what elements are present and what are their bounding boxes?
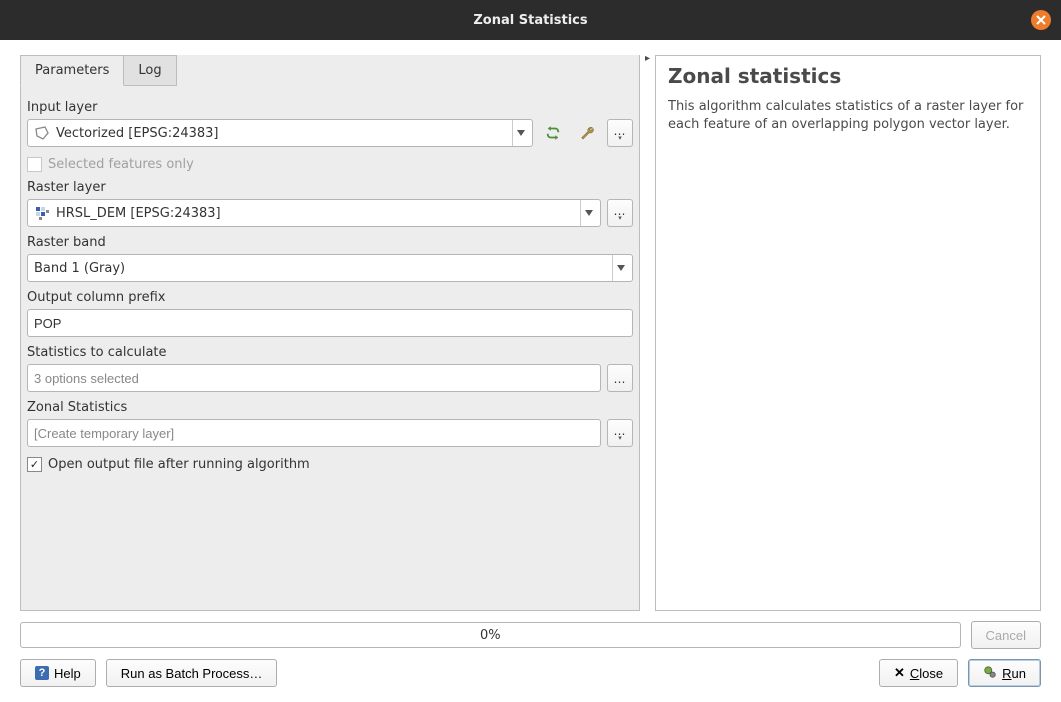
panel-collapse-handle[interactable]: ▸ [645,53,655,63]
parameters-panel: Parameters Log Input layer Vectorized [E… [20,55,640,611]
advanced-options-button[interactable] [573,119,601,147]
x-icon: ✕ [894,665,905,681]
input-layer-label: Input layer [27,100,633,115]
help-text: This algorithm calculates statistics of … [668,98,1028,133]
raster-layer-browse-button[interactable]: … ▾ [607,199,633,227]
tab-log[interactable]: Log [123,55,176,86]
wrench-icon [578,124,596,142]
run-button[interactable]: Run [968,659,1041,687]
chevron-down-icon: ▾ [618,214,622,222]
raster-band-label: Raster band [27,235,633,250]
close-button-label: Close [910,666,943,681]
iterate-icon [544,124,562,142]
open-output-label: Open output file after running algorithm [48,457,310,472]
input-layer-value: Vectorized [EPSG:24383] [56,126,508,141]
prefix-input[interactable] [27,309,633,337]
window-title: Zonal Statistics [473,13,587,28]
progress-bar: 0% [20,622,961,648]
iterate-features-button[interactable] [539,119,567,147]
cancel-button: Cancel [971,621,1041,649]
stats-label: Statistics to calculate [27,345,633,360]
dialog-body: ▸ Parameters Log Input layer Vectorized … [0,40,1061,702]
chevron-down-icon [512,120,528,146]
selected-features-checkbox [27,157,42,172]
stats-display[interactable] [27,364,601,392]
ellipsis-icon: … [614,375,627,383]
gears-icon [983,665,997,682]
bottom-area: 0% Cancel ? Help Run as Batch Process… ✕… [20,621,1041,687]
prefix-label: Output column prefix [27,290,633,305]
input-layer-combo[interactable]: Vectorized [EPSG:24383] [27,119,533,147]
raster-layer-value: HRSL_DEM [EPSG:24383] [56,206,576,221]
output-input[interactable] [27,419,601,447]
selected-features-label: Selected features only [48,157,194,172]
help-panel: Zonal statistics This algorithm calculat… [655,55,1041,611]
titlebar: Zonal Statistics [0,0,1061,40]
tab-parameters[interactable]: Parameters [20,55,124,86]
raster-band-combo[interactable]: Band 1 (Gray) [27,254,633,282]
raster-band-value: Band 1 (Gray) [34,261,608,276]
open-output-checkbox[interactable]: ✓ [27,457,42,472]
progress-text: 0% [480,628,501,643]
help-button[interactable]: ? Help [20,659,96,687]
main-columns: ▸ Parameters Log Input layer Vectorized … [20,55,1041,611]
tab-bar: Parameters Log [20,55,639,86]
close-button[interactable]: ✕ Close [879,659,958,687]
help-button-label: Help [54,666,81,681]
parameters-body: Input layer Vectorized [EPSG:24383] [21,86,639,610]
input-layer-browse-button[interactable]: … ▾ [607,119,633,147]
batch-button[interactable]: Run as Batch Process… [106,659,278,687]
chevron-down-icon [580,200,596,226]
raster-layer-combo[interactable]: HRSL_DEM [EPSG:24383] [27,199,601,227]
chevron-down-icon: ▾ [618,134,622,142]
window-close-button[interactable] [1031,10,1051,30]
help-title: Zonal statistics [668,64,1028,88]
close-icon [1036,15,1046,25]
polygon-layer-icon [34,125,50,141]
chevron-down-icon: ▾ [618,434,622,442]
raster-layer-label: Raster layer [27,180,633,195]
stats-select-button[interactable]: … [607,364,633,392]
raster-layer-icon [34,205,50,221]
output-label: Zonal Statistics [27,400,633,415]
help-icon: ? [35,666,49,680]
run-button-label: Run [1002,666,1026,681]
chevron-down-icon [612,255,628,281]
zonal-statistics-dialog: Zonal Statistics ▸ Parameters Log Input … [0,0,1061,702]
output-browse-button[interactable]: … ▾ [607,419,633,447]
